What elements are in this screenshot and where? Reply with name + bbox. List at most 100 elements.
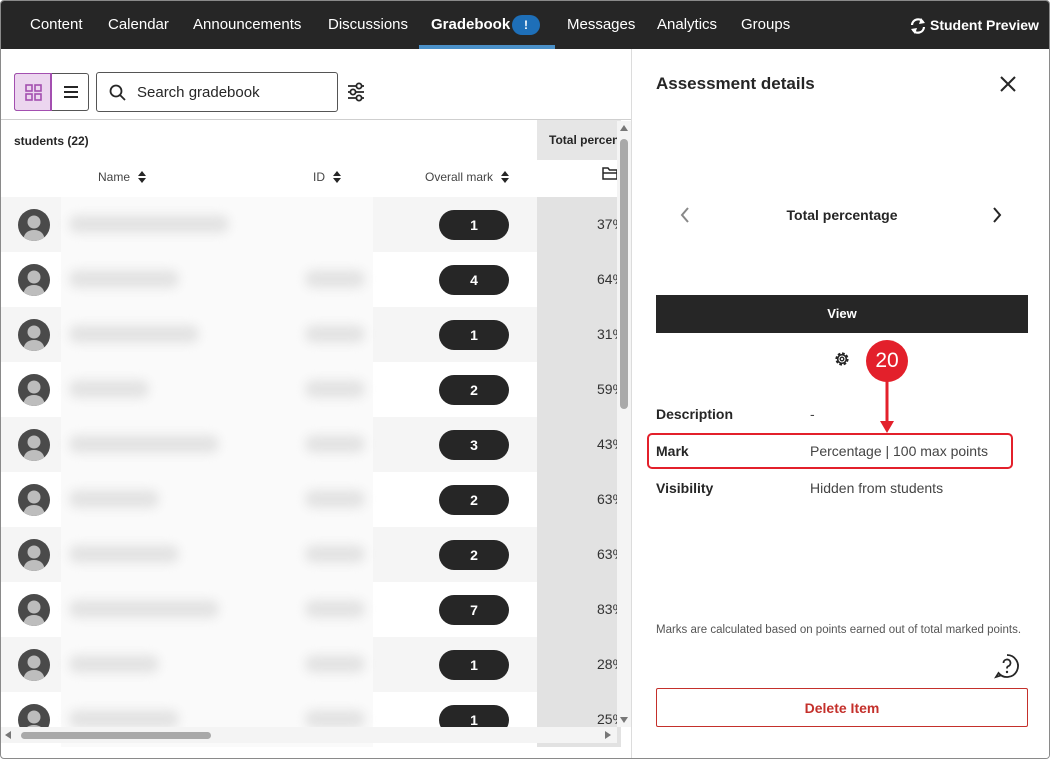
scroll-down-arrow-icon[interactable] [620, 717, 628, 723]
callout-arrow-icon [880, 381, 894, 433]
search-icon [109, 84, 126, 101]
horizontal-scroll-thumb[interactable] [21, 732, 211, 739]
horizontal-scrollbar[interactable] [1, 727, 617, 743]
overall-mark-pill[interactable]: 2 [439, 375, 509, 405]
total-percentage-cell[interactable]: 83% [537, 582, 621, 637]
redacted-id [305, 490, 365, 508]
overall-mark-pill[interactable]: 1 [439, 210, 509, 240]
chevron-right-icon[interactable] [990, 205, 1004, 225]
help-icon[interactable] [994, 653, 1020, 679]
folder-icon [602, 167, 618, 180]
redacted-id [305, 435, 365, 453]
student-rows: 137%464%131%259%343%263%263%783%128%125% [1, 197, 631, 747]
scroll-up-arrow-icon[interactable] [620, 125, 628, 131]
search-field[interactable] [96, 72, 338, 112]
nav-content[interactable]: Content [30, 1, 83, 49]
student-preview-button[interactable]: Student Preview [930, 1, 1039, 49]
name-column-header[interactable]: Name [98, 170, 147, 184]
total-percentage-cell[interactable]: 63% [537, 472, 621, 527]
overall-mark-pill[interactable]: 3 [439, 430, 509, 460]
nav-analytics[interactable]: Analytics [657, 1, 717, 49]
total-percentage-cell[interactable]: 63% [537, 527, 621, 582]
student-avatar [18, 374, 50, 406]
name-column-label: Name [98, 170, 131, 184]
total-percentage-cell[interactable]: 43% [537, 417, 621, 472]
active-tab-indicator [419, 45, 555, 49]
grid-view-button[interactable] [14, 73, 52, 111]
redacted-name [69, 545, 179, 563]
student-avatar [18, 649, 50, 681]
overall-mark-pill[interactable]: 1 [439, 650, 509, 680]
filter-settings-icon[interactable] [345, 81, 367, 103]
scroll-left-arrow-icon[interactable] [5, 731, 11, 739]
vertical-scroll-thumb[interactable] [620, 139, 628, 409]
close-icon[interactable] [998, 74, 1018, 94]
table-row[interactable]: 7 83% [1, 582, 631, 637]
table-row[interactable]: 2 63% [1, 527, 631, 582]
redacted-student-info [61, 252, 373, 307]
table-row[interactable]: 1 37% [1, 197, 631, 252]
redacted-student-info [61, 637, 373, 692]
redacted-name [69, 270, 179, 288]
student-avatar [18, 319, 50, 351]
table-row[interactable]: 3 43% [1, 417, 631, 472]
student-avatar [18, 539, 50, 571]
top-navigation: Content Calendar Announcements Discussio… [1, 1, 1049, 49]
total-percentage-cell[interactable]: 59% [537, 362, 621, 417]
chevron-left-icon[interactable] [678, 205, 692, 225]
overall-mark-pill[interactable]: 2 [439, 540, 509, 570]
redacted-name [69, 710, 179, 728]
total-percentage-cell[interactable]: 31% [537, 307, 621, 362]
student-avatar [18, 264, 50, 296]
redacted-name [69, 325, 199, 343]
redacted-id [305, 710, 365, 728]
table-row[interactable]: 1 28% [1, 637, 631, 692]
overall-mark-pill[interactable]: 7 [439, 595, 509, 625]
overall-mark-column-header[interactable]: Overall mark [425, 170, 510, 184]
mark-label: Mark [656, 443, 689, 459]
overall-mark-pill[interactable]: 2 [439, 485, 509, 515]
overall-mark-pill[interactable]: 1 [439, 320, 509, 350]
redacted-name [69, 380, 149, 398]
sort-icon [501, 171, 510, 183]
table-row[interactable]: 2 63% [1, 472, 631, 527]
total-percentage-column-header[interactable]: Total percentage [537, 120, 621, 160]
id-column-label: ID [313, 170, 325, 184]
sort-icon [333, 171, 341, 183]
redacted-id [305, 325, 365, 343]
redacted-student-info [61, 362, 373, 417]
description-label: Description [656, 406, 734, 422]
view-button[interactable]: View [656, 295, 1028, 333]
list-icon [64, 86, 78, 98]
total-percentage-cell[interactable]: 37% [537, 197, 621, 252]
description-value: - [810, 406, 815, 422]
scroll-right-arrow-icon[interactable] [605, 731, 611, 739]
refresh-preview-icon[interactable] [909, 17, 927, 35]
nav-discussions[interactable]: Discussions [328, 1, 408, 49]
gear-icon[interactable] [833, 350, 851, 368]
table-row[interactable]: 2 59% [1, 362, 631, 417]
total-percentage-cell[interactable]: 64% [537, 252, 621, 307]
nav-calendar[interactable]: Calendar [108, 1, 169, 49]
total-percentage-cell[interactable]: 28% [537, 637, 621, 692]
list-view-button[interactable] [52, 74, 89, 110]
assessment-details-panel: Assessment details Total percentage View… [631, 49, 1049, 758]
overall-mark-pill[interactable]: 4 [439, 265, 509, 295]
table-row[interactable]: 4 64% [1, 252, 631, 307]
search-input[interactable] [137, 81, 327, 103]
student-avatar [18, 484, 50, 516]
app-window: Content Calendar Announcements Discussio… [0, 0, 1050, 759]
panel-title: Assessment details [656, 74, 815, 93]
table-row[interactable]: 1 31% [1, 307, 631, 362]
delete-item-button[interactable]: Delete Item [656, 688, 1028, 727]
assessment-item-name: Total percentage [786, 207, 898, 223]
student-avatar [18, 429, 50, 461]
nav-announcements[interactable]: Announcements [193, 1, 301, 49]
nav-gradebook[interactable]: Gradebook [431, 1, 510, 49]
nav-groups[interactable]: Groups [741, 1, 790, 49]
nav-messages[interactable]: Messages [567, 1, 635, 49]
redacted-name [69, 600, 219, 618]
id-column-header[interactable]: ID [313, 170, 341, 184]
vertical-scrollbar[interactable] [617, 121, 631, 727]
redacted-student-info [61, 307, 373, 362]
